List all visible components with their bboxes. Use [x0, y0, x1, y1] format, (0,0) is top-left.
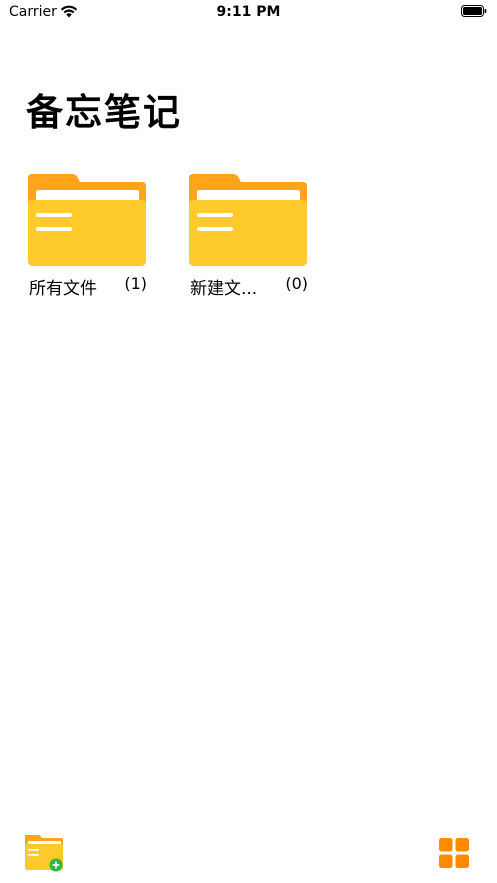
status-bar: Carrier 9:11 PM: [0, 0, 497, 26]
battery-icon: [461, 5, 487, 17]
new-folder-button[interactable]: [23, 833, 65, 873]
folder-count: (1): [124, 274, 147, 293]
folder-item-new-folder[interactable]: 新建文... (0): [189, 174, 313, 300]
grid-view-icon: [439, 838, 469, 868]
folder-label-row: 所有文件 (1): [29, 274, 153, 299]
folder-icon: [189, 174, 307, 266]
status-time: 9:11 PM: [216, 4, 281, 20]
grid-view-button[interactable]: [439, 838, 469, 868]
folder-name: 所有文件: [29, 279, 97, 299]
new-folder-icon: [25, 835, 63, 872]
folder-item-all-files[interactable]: 所有文件 (1): [28, 174, 152, 300]
page-title: 备忘笔记: [26, 91, 182, 134]
folder-count: (0): [285, 274, 308, 293]
folder-name: 新建文...: [190, 279, 258, 299]
folder-icon: [28, 174, 146, 266]
folder-label-row: 新建文... (0): [190, 274, 314, 299]
